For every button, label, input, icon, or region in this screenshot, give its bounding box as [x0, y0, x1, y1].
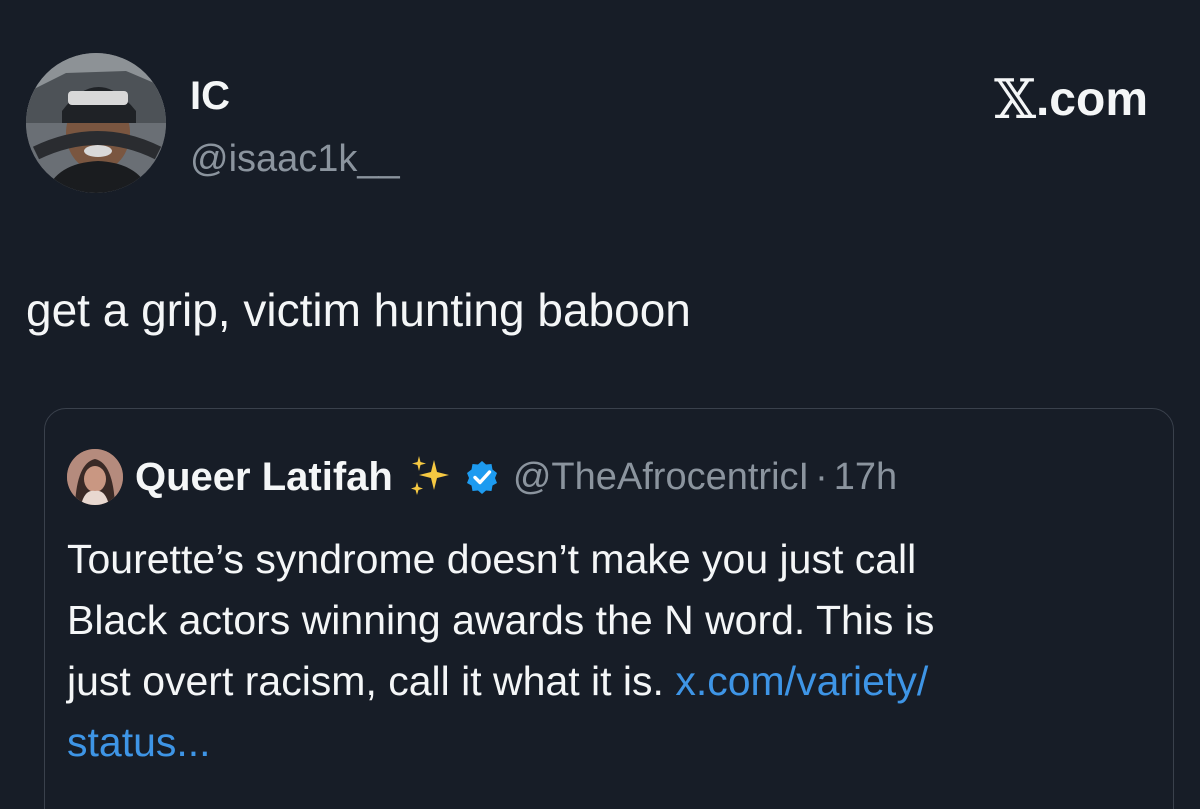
avatar-image: [26, 53, 166, 193]
quoted-tweet-text: Tourette’s syndrome doesn’t make you jus…: [67, 529, 1147, 773]
author-handle[interactable]: @isaac1k__: [190, 136, 400, 182]
brand-logo: 𝕏 .com: [994, 72, 1148, 128]
quoted-link-continuation[interactable]: status...: [67, 712, 1147, 773]
quoted-tweet-header: Queer Latifah @TheAfrocentricI · 17h: [67, 449, 897, 505]
quoted-avatar-image: [67, 449, 123, 505]
separator-dot: ·: [815, 455, 828, 498]
tweet-text: get a grip, victim hunting baboon: [26, 284, 691, 336]
quoted-timestamp[interactable]: 17h: [834, 456, 897, 499]
quoted-author-avatar[interactable]: [67, 449, 123, 505]
quoted-author-name[interactable]: Queer Latifah: [135, 455, 393, 500]
quoted-tweet[interactable]: Queer Latifah @TheAfrocentricI · 17h Tou…: [44, 408, 1174, 809]
verified-badge-icon: [466, 461, 497, 494]
quoted-text-segment: just overt racism, call it what it is.: [67, 658, 676, 704]
author-name[interactable]: IC: [190, 72, 230, 120]
quoted-text-line: just overt racism, call it what it is. x…: [67, 651, 1147, 712]
tweet-card: IC @isaac1k__ 𝕏 .com get a grip, victim …: [0, 0, 1200, 809]
quoted-text-line: Tourette’s syndrome doesn’t make you jus…: [67, 536, 917, 582]
sparkles-icon: [410, 456, 449, 495]
quoted-link[interactable]: x.com/variety/: [675, 658, 928, 704]
brand-label: .com: [1035, 73, 1148, 126]
x-logo-icon: 𝕏: [994, 68, 1036, 131]
author-avatar[interactable]: [26, 53, 166, 193]
quoted-author-handle[interactable]: @TheAfrocentricI: [513, 456, 809, 499]
quoted-text-line: Black actors winning awards the N word. …: [67, 597, 935, 643]
